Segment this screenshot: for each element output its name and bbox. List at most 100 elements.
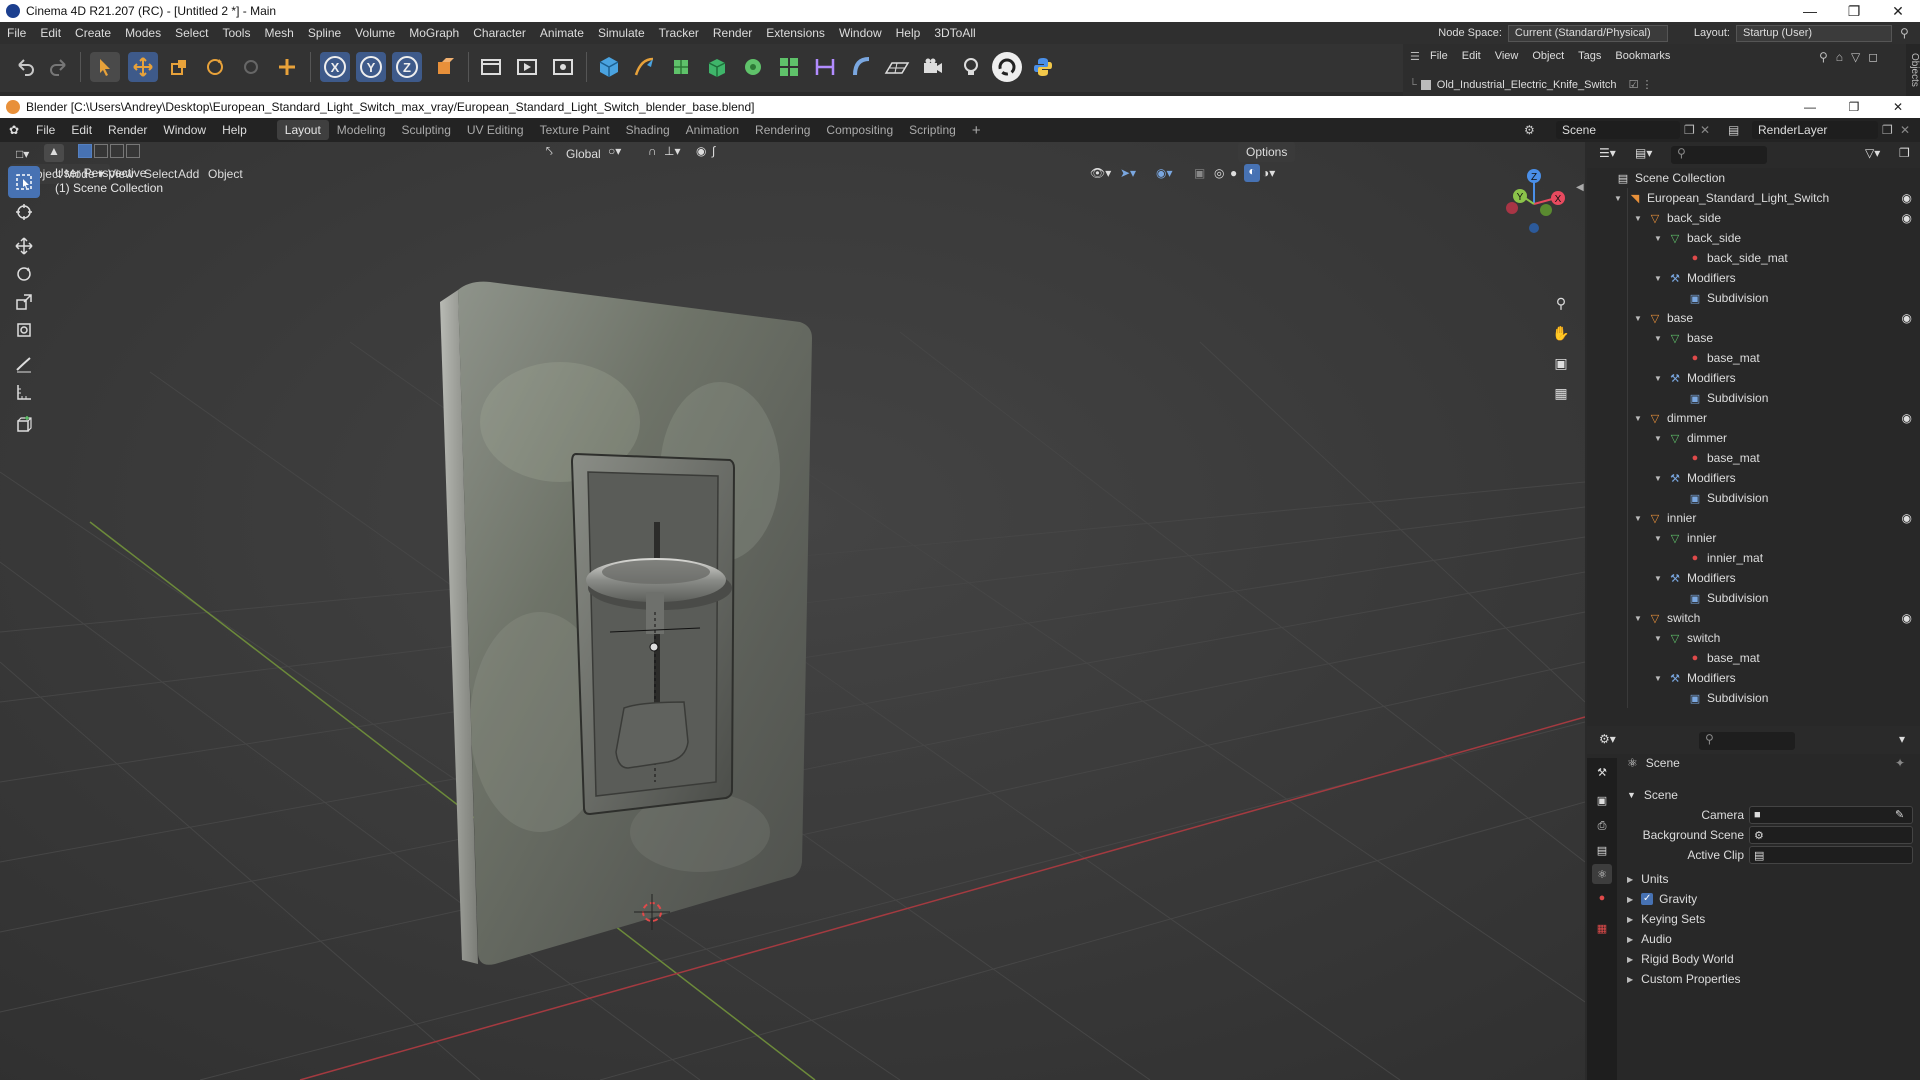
select-tool-icon[interactable]: ▲ — [44, 144, 64, 162]
c4d-menu-render[interactable]: Render — [706, 26, 759, 40]
properties-options-icon[interactable]: ▾ — [1899, 732, 1905, 746]
pivot-icon[interactable]: ○▾ — [608, 144, 621, 158]
floor-icon[interactable] — [882, 52, 912, 82]
coordinate-system-icon[interactable] — [430, 52, 460, 82]
search-icon[interactable]: ⚲ — [1900, 26, 1916, 40]
expand-arrow-icon[interactable]: ▼ — [1653, 634, 1663, 643]
visibility-icon[interactable]: 👁▾ — [1090, 166, 1111, 180]
bend-icon[interactable] — [846, 52, 876, 82]
om-menu-bookmarks[interactable]: Bookmarks — [1608, 50, 1677, 63]
snap-icon[interactable]: ∩ — [648, 144, 657, 158]
c4d-menu-extensions[interactable]: Extensions — [759, 26, 832, 40]
cycle-icon[interactable] — [992, 52, 1022, 82]
add-workspace-icon[interactable]: + — [964, 122, 989, 139]
scene-selector-icon[interactable]: ⚙ — [1524, 123, 1535, 137]
expand-arrow-icon[interactable]: ▼ — [1653, 334, 1663, 343]
select-new-icon[interactable] — [78, 144, 92, 158]
om-object-row[interactable]: └ Old_Industrial_Electric_Knife_Switch ☑… — [1409, 78, 1653, 92]
add-cube-tool-icon[interactable] — [8, 408, 40, 440]
expand-arrow-icon[interactable]: ▼ — [1653, 534, 1663, 543]
new-scene-icon[interactable]: ❐ — [1684, 123, 1695, 137]
outliner-row[interactable]: ▣ Subdivision — [1587, 388, 1920, 408]
proportional-edit-icon[interactable]: ◉ — [696, 144, 706, 158]
expand-arrow-icon[interactable]: ▼ — [1653, 474, 1663, 483]
visibility-eye-icon[interactable]: ◉ — [1902, 311, 1912, 325]
outliner-row[interactable]: ▼ ▽ base — [1587, 328, 1920, 348]
bl-menu-window[interactable]: Window — [155, 123, 214, 137]
properties-section-header[interactable]: ▶ Custom Properties — [1627, 968, 1741, 990]
scale-icon[interactable] — [164, 52, 194, 82]
properties-section-header[interactable]: ▶ ✓ Gravity — [1627, 888, 1697, 910]
outliner-row[interactable]: ▼ ▽ back_side — [1587, 228, 1920, 248]
tab-compositing[interactable]: Compositing — [818, 120, 901, 140]
transform-orientation-dropdown[interactable]: Global — [560, 144, 607, 164]
y-axis-icon[interactable]: Y — [356, 52, 386, 82]
bl-menu-file[interactable]: File — [28, 123, 63, 137]
om-object-flags-icon[interactable]: ☑ ⋮ — [1629, 78, 1653, 91]
visibility-eye-icon[interactable]: ◉ — [1902, 611, 1912, 625]
hamburger-icon[interactable]: ☰ — [1403, 50, 1423, 63]
close-icon[interactable]: ✕ — [1876, 0, 1920, 22]
tweak-tool-icon[interactable] — [8, 166, 40, 198]
editor-type-icon[interactable]: □▾ — [10, 144, 35, 164]
property-field[interactable]: ⚙ — [1749, 826, 1913, 844]
c4d-menu-modes[interactable]: Modes — [118, 26, 168, 40]
outliner-root-row[interactable]: ▤ Scene Collection — [1587, 168, 1920, 188]
c4d-menu-create[interactable]: Create — [68, 26, 118, 40]
expand-arrow-icon[interactable]: ▼ — [1633, 314, 1643, 323]
c4d-menu-file[interactable]: File — [0, 26, 33, 40]
objects-side-tab[interactable]: Objects — [1906, 44, 1920, 96]
new-view-layer-icon[interactable]: ❐ — [1882, 123, 1893, 137]
gizmo-toggle-icon[interactable]: ➤▾ — [1120, 166, 1136, 180]
expand-arrow-icon[interactable]: ▼ — [1653, 674, 1663, 683]
outliner-row[interactable]: ▼ ◥ European_Standard_Light_Switch ◉ — [1587, 188, 1920, 208]
blender-minimize-icon[interactable]: — — [1788, 100, 1832, 114]
c4d-menu-volume[interactable]: Volume — [348, 26, 402, 40]
tab-sculpting[interactable]: Sculpting — [394, 120, 459, 140]
ortho-grid-icon[interactable]: ▦ — [1548, 380, 1574, 406]
om-menu-edit[interactable]: Edit — [1455, 50, 1488, 63]
xray-icon[interactable]: ▣ — [1194, 166, 1205, 180]
redo-icon[interactable] — [44, 52, 74, 82]
eyedropper-icon[interactable]: ✎ — [1895, 808, 1904, 821]
tab-texture-paint[interactable]: Texture Paint — [532, 120, 618, 140]
tab-uv-editing[interactable]: UV Editing — [459, 120, 532, 140]
delete-scene-icon[interactable]: ✕ — [1700, 123, 1710, 137]
render-region-icon[interactable] — [476, 52, 506, 82]
pin-icon[interactable]: ✦ — [1895, 756, 1905, 770]
expand-arrow-icon[interactable]: ▼ — [1653, 374, 1663, 383]
subdivision-icon[interactable] — [666, 52, 696, 82]
expand-arrow-icon[interactable]: ▼ — [1633, 514, 1643, 523]
blender-close-icon[interactable]: ✕ — [1876, 100, 1920, 114]
output-tab-icon[interactable]: ⎙ — [1592, 816, 1612, 836]
outliner-row[interactable]: ▣ Subdivision — [1587, 488, 1920, 508]
c4d-menu-3dtoall[interactable]: 3DToAll — [927, 26, 982, 40]
outliner-row[interactable]: ● back_side_mat — [1587, 248, 1920, 268]
filter-icon[interactable]: ▽▾ — [1865, 146, 1880, 160]
tab-rendering[interactable]: Rendering — [747, 120, 818, 140]
live-select-icon[interactable] — [236, 52, 266, 82]
add-icon[interactable] — [272, 52, 302, 82]
cube-icon[interactable] — [594, 52, 624, 82]
bl-menu-render[interactable]: Render — [100, 123, 155, 137]
om-menu-file[interactable]: File — [1423, 50, 1455, 63]
c4d-menu-mesh[interactable]: Mesh — [257, 26, 300, 40]
outliner-row[interactable]: ▣ Subdivision — [1587, 288, 1920, 308]
outliner-row[interactable]: ▼ ▽ innier ◉ — [1587, 508, 1920, 528]
outliner-row[interactable]: ▼ ⚒ Modifiers — [1587, 368, 1920, 388]
expand-arrow-icon[interactable]: ▼ — [1633, 214, 1643, 223]
gravity-checkbox[interactable]: ✓ — [1641, 893, 1654, 905]
texture-tab-icon[interactable]: ▦ — [1592, 918, 1612, 938]
tab-shading[interactable]: Shading — [618, 120, 678, 140]
outliner-row[interactable]: ▼ ▽ dimmer — [1587, 428, 1920, 448]
om-home-icon[interactable]: ⌂ — [1836, 50, 1843, 64]
snap-target-icon[interactable]: ⊥▾ — [664, 144, 680, 158]
render-settings-icon[interactable] — [548, 52, 578, 82]
visibility-eye-icon[interactable]: ◉ — [1902, 211, 1912, 225]
expand-arrow-icon[interactable]: ▼ — [1653, 434, 1663, 443]
om-new-window-icon[interactable]: ◻ — [1868, 50, 1878, 64]
python-icon[interactable] — [1028, 52, 1058, 82]
outliner-row[interactable]: ▼ ▽ switch — [1587, 628, 1920, 648]
camera-view-icon[interactable]: ▣ — [1548, 350, 1574, 376]
z-axis-icon[interactable]: Z — [392, 52, 422, 82]
